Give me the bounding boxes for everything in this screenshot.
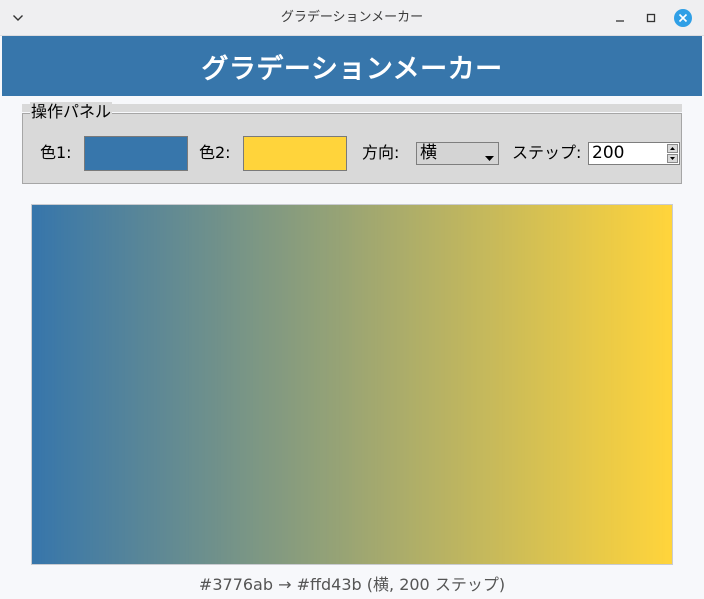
color2-label: 色2: — [199, 143, 231, 162]
steps-spin-buttons — [667, 144, 678, 163]
steps-increment-button[interactable] — [667, 144, 678, 153]
maximize-button[interactable] — [641, 8, 661, 28]
spin-up-icon — [670, 147, 675, 150]
minimize-icon — [616, 20, 624, 22]
steps-label: ステップ: — [512, 143, 582, 162]
control-panel-label: 操作パネル — [30, 102, 113, 122]
window-title: グラデーションメーカー — [280, 10, 424, 25]
maximize-icon — [646, 13, 656, 23]
gradient-canvas — [31, 204, 673, 565]
close-icon — [674, 9, 692, 27]
gradient-step — [668, 205, 672, 564]
direction-select-value: 横 — [420, 143, 437, 163]
steps-spinbox[interactable] — [588, 142, 680, 165]
direction-select[interactable]: 横 — [416, 142, 499, 165]
panel-top-strip — [22, 104, 682, 112]
color1-label: 色1: — [40, 143, 72, 162]
minimize-button[interactable] — [610, 8, 630, 28]
steps-decrement-button[interactable] — [667, 154, 678, 163]
gradient-preview — [32, 205, 672, 564]
close-button[interactable] — [673, 8, 693, 28]
steps-input[interactable] — [592, 143, 664, 164]
page-title: グラデーションメーカー — [201, 53, 503, 85]
direction-label: 方向: — [362, 143, 400, 162]
app-header: グラデーションメーカー — [2, 36, 702, 96]
window-titlebar: グラデーションメーカー — [0, 0, 704, 36]
status-text: #3776ab → #ffd43b (横, 200 ステップ) — [198, 575, 506, 594]
color1-swatch-button[interactable] — [84, 136, 188, 171]
spin-down-icon — [670, 157, 675, 160]
dropdown-arrow-icon — [483, 147, 496, 162]
color2-swatch-button[interactable] — [243, 136, 347, 171]
